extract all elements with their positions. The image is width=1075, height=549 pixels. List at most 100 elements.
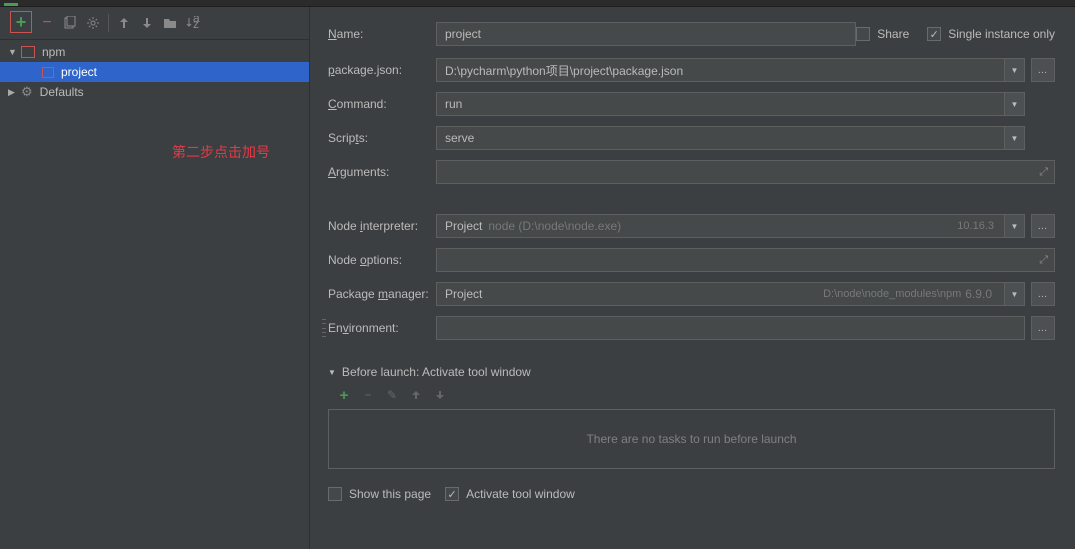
expand-icon[interactable]: ⤢	[1039, 254, 1048, 267]
sidebar-toolbar: + − az	[0, 7, 309, 40]
show-page-checkbox[interactable]	[328, 487, 342, 501]
remove-task-button[interactable]: −	[360, 387, 376, 403]
share-checkbox-row[interactable]: Share	[856, 27, 909, 41]
command-label: Command:	[328, 97, 436, 111]
environment-label: Environment:	[328, 321, 436, 335]
package-manager-label: Package manager:	[328, 287, 436, 301]
combo-value: run	[445, 97, 462, 111]
move-up-button[interactable]	[116, 15, 132, 31]
browse-button[interactable]: …	[1031, 214, 1055, 238]
add-task-button[interactable]: +	[336, 387, 352, 403]
toolbar-separator	[108, 14, 109, 32]
folder-button[interactable]	[162, 15, 178, 31]
expand-icon[interactable]: ⤢	[1039, 166, 1048, 179]
empty-text: There are no tasks to run before launch	[586, 432, 796, 446]
node-options-label: Node options:	[328, 253, 436, 267]
show-page-label: Show this page	[349, 487, 431, 501]
scripts-combo[interactable]: serve ▼	[436, 126, 1025, 150]
tree-node-project[interactable]: project	[0, 62, 309, 82]
task-list-empty: There are no tasks to run before launch	[328, 409, 1055, 469]
drag-handle-icon[interactable]	[322, 319, 326, 337]
arguments-input[interactable]: ⤢	[436, 160, 1055, 184]
single-instance-checkbox-row[interactable]: Single instance only	[927, 27, 1055, 41]
name-input[interactable]	[436, 22, 856, 46]
pm-version: 6.9.0	[965, 287, 992, 301]
tab-active-indicator	[4, 3, 18, 6]
combo-value: D:\pycharm\python项目\project\package.json	[445, 62, 683, 79]
before-launch-footer: Show this page Activate tool window	[328, 487, 1055, 501]
move-task-up-button[interactable]	[408, 387, 424, 403]
interpreter-hint: node (D:\node\node.exe)	[488, 219, 621, 233]
config-form: Name: Share Single instance only package…	[310, 7, 1075, 549]
interpreter-version: 10.16.3	[957, 220, 994, 232]
main-container: + − az ▼	[0, 7, 1075, 549]
header-options: Share Single instance only	[856, 27, 1055, 41]
settings-button[interactable]	[85, 15, 101, 31]
browse-button[interactable]: …	[1031, 282, 1055, 306]
npm-icon	[21, 46, 35, 58]
browse-button[interactable]: …	[1031, 316, 1055, 340]
remove-config-button[interactable]: −	[39, 15, 55, 31]
add-config-button[interactable]: +	[10, 11, 32, 33]
command-combo[interactable]: run ▼	[436, 92, 1025, 116]
share-checkbox[interactable]	[856, 27, 870, 41]
tree-node-defaults[interactable]: ▶ ⚙ Defaults	[0, 82, 309, 102]
expand-arrow-icon: ▼	[8, 47, 18, 57]
move-task-down-button[interactable]	[432, 387, 448, 403]
edit-task-button[interactable]: ✎	[384, 387, 400, 403]
sort-button[interactable]: az	[185, 15, 201, 31]
npm-icon	[42, 67, 54, 78]
show-page-checkbox-row[interactable]: Show this page	[328, 487, 431, 501]
row-package-manager: Package manager: Project D:\node\node_mo…	[328, 282, 1055, 306]
single-instance-checkbox[interactable]	[927, 27, 941, 41]
environment-input[interactable]	[436, 316, 1025, 340]
row-scripts: Scripts: serve ▼	[328, 126, 1055, 150]
before-launch-header[interactable]: ▼ Before launch: Activate tool window	[328, 365, 1055, 379]
combo-value: Project	[445, 287, 482, 301]
before-launch-section: ▼ Before launch: Activate tool window + …	[328, 365, 1055, 501]
combo-value: serve	[445, 131, 474, 145]
name-label: Name:	[328, 27, 436, 41]
tree-label: project	[61, 65, 97, 79]
copy-config-button[interactable]	[62, 15, 78, 31]
arguments-label: Arguments:	[328, 165, 436, 179]
expand-arrow-icon: ▶	[8, 87, 18, 98]
activate-label: Activate tool window	[466, 487, 575, 501]
before-launch-title: Before launch: Activate tool window	[342, 365, 531, 379]
package-manager-combo[interactable]: Project D:\node\node_modules\npm 6.9.0 ▼	[436, 282, 1025, 306]
node-interpreter-combo[interactable]: Project node (D:\node\node.exe) 10.16.3 …	[436, 214, 1025, 238]
activate-checkbox-row[interactable]: Activate tool window	[445, 487, 575, 501]
chevron-down-icon: ▼	[1004, 59, 1024, 81]
before-launch-toolbar: + − ✎	[328, 387, 1055, 403]
row-name: Name: Share Single instance only	[328, 22, 1055, 46]
chevron-down-icon: ▼	[1004, 215, 1024, 237]
chevron-down-icon: ▼	[1004, 283, 1024, 305]
row-node-options: Node options: ⤢	[328, 248, 1055, 272]
gear-icon: ⚙	[21, 84, 33, 100]
collapse-arrow-icon: ▼	[328, 368, 336, 377]
activate-checkbox[interactable]	[445, 487, 459, 501]
window-top-bar	[0, 0, 1075, 7]
row-environment: Environment: …	[328, 316, 1055, 340]
scripts-label: Scripts:	[328, 131, 436, 145]
pm-hint: D:\node\node_modules\npm	[823, 288, 961, 300]
sidebar: + − az ▼	[0, 7, 310, 549]
annotation-text: 第二步点击加号	[172, 142, 270, 162]
row-package-json: package.json: D:\pycharm\python项目\projec…	[328, 58, 1055, 82]
single-instance-label: Single instance only	[948, 27, 1055, 41]
row-arguments: Arguments: ⤢	[328, 160, 1055, 184]
move-down-button[interactable]	[139, 15, 155, 31]
tree-label: npm	[42, 45, 65, 59]
tree-node-npm[interactable]: ▼ npm	[0, 42, 309, 62]
row-node-interpreter: Node interpreter: Project node (D:\node\…	[328, 214, 1055, 238]
package-json-combo[interactable]: D:\pycharm\python项目\project\package.json…	[436, 58, 1025, 82]
node-options-input[interactable]: ⤢	[436, 248, 1055, 272]
browse-button[interactable]: …	[1031, 58, 1055, 82]
svg-text:z: z	[193, 17, 199, 30]
node-interpreter-label: Node interpreter:	[328, 219, 436, 233]
tree-label: Defaults	[40, 85, 84, 99]
share-label: Share	[877, 27, 909, 41]
chevron-down-icon: ▼	[1004, 127, 1024, 149]
combo-value: Project	[445, 219, 482, 233]
chevron-down-icon: ▼	[1004, 93, 1024, 115]
